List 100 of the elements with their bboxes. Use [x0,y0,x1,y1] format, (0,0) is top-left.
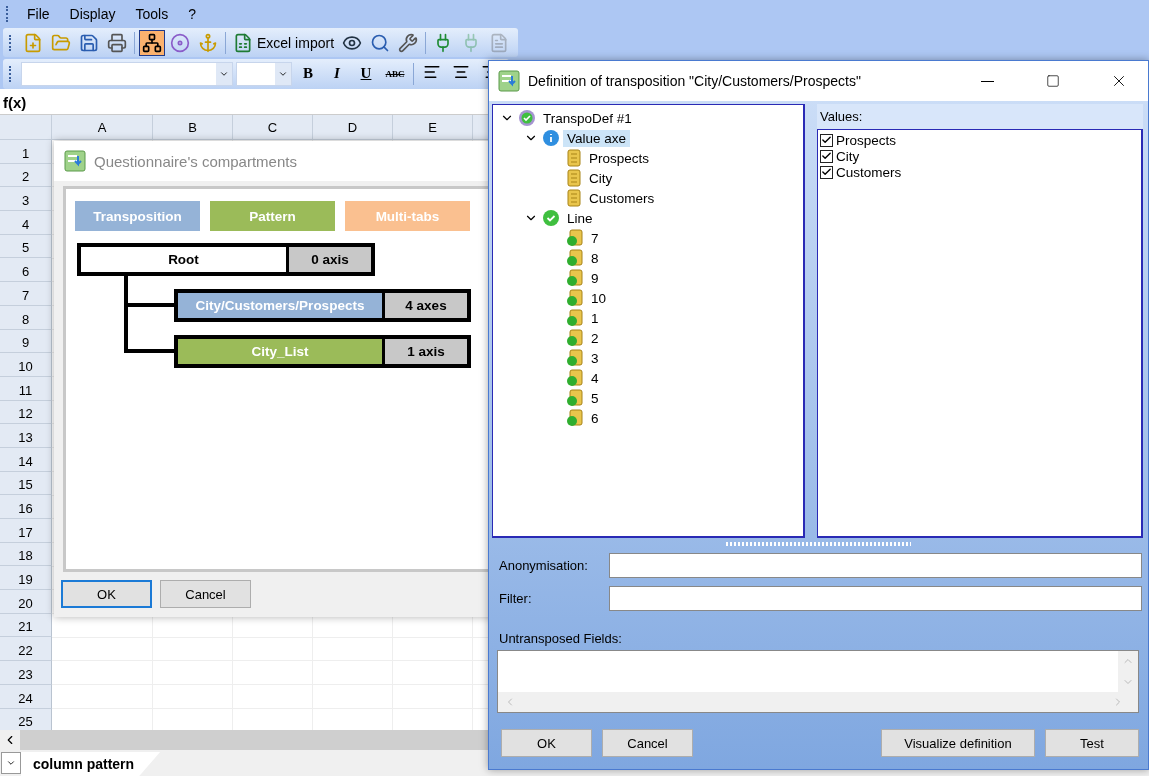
tree-item[interactable]: TranspoDef #1 [539,109,636,127]
row-header[interactable]: 19 [0,566,52,591]
scroll-icon [566,189,582,207]
untransposed-field[interactable] [497,650,1139,713]
menu-item[interactable]: Display [61,3,124,24]
row-header[interactable]: 9 [0,329,52,354]
italic-button[interactable]: I [324,61,350,86]
node-count: 0 axis [289,247,371,272]
node-count: 1 axis [385,339,467,364]
checkbox[interactable] [820,149,833,163]
tree-item[interactable]: 5 [587,389,603,407]
tree-item[interactable]: City [585,169,617,187]
row-header[interactable]: 24 [0,684,52,709]
row-header[interactable]: 11 [0,376,52,401]
info-icon [542,129,560,147]
formula-label: f(x) [2,94,28,111]
row-header[interactable]: 8 [0,305,52,330]
row-header[interactable]: 7 [0,282,52,306]
dialog-button[interactable]: OK [61,580,152,608]
row-header[interactable]: 1 [0,140,52,164]
row-header[interactable]: 3 [0,187,52,212]
tree-item[interactable]: 9 [587,269,603,287]
menu-item[interactable]: Tools [127,3,177,24]
value-label: Prospects [836,132,897,148]
column-header[interactable]: B [153,115,233,140]
column-header[interactable]: E [393,115,473,140]
tree-item[interactable]: 7 [587,229,603,247]
checkbox[interactable] [820,165,833,179]
bold-button[interactable]: B [295,61,321,86]
tree-item[interactable]: 2 [587,329,603,347]
app-icon [64,150,86,172]
row-header[interactable]: 23 [0,661,52,685]
tree-item[interactable]: Line [563,209,597,227]
legend-chip: Transposition [75,201,200,231]
text-field[interactable] [609,553,1142,578]
diagram-node[interactable]: City/Customers/Prospects 4 axes [174,289,471,322]
minimize-icon [980,80,994,82]
row-header[interactable]: 2 [0,163,52,188]
row-header[interactable]: 12 [0,400,52,425]
checkbox[interactable] [820,133,833,147]
menu-item[interactable]: ? [180,3,204,24]
dialog-title: Questionnaire's compartments [94,152,297,170]
new-document-icon [23,32,43,53]
hierarchy-icon [142,32,162,53]
row-header[interactable]: 14 [0,447,52,472]
diagram-node[interactable]: City_List 1 axis [174,335,471,368]
sheet-tab[interactable]: column pattern [21,752,161,776]
row-header[interactable]: 6 [0,258,52,283]
splitter-handle[interactable] [726,541,911,546]
row-header[interactable]: 22 [0,637,52,662]
tree-item[interactable]: 8 [587,249,603,267]
field-label: Filter: [499,591,533,606]
column-header[interactable]: C [233,115,313,140]
folder-icon [51,32,71,53]
tree-item[interactable]: 10 [587,289,611,307]
strike-button[interactable]: ABC [382,61,408,86]
maximize-icon [1046,74,1060,88]
dialog-button[interactable]: Test [1045,729,1139,757]
row-header[interactable]: 10 [0,353,52,377]
column-header[interactable]: A [52,115,153,140]
values-label: Values: [817,104,1143,129]
text-field[interactable] [609,586,1142,611]
legend-chip: Multi-tabs [345,201,470,231]
scroll-icon [566,169,582,187]
row-header[interactable]: 4 [0,211,52,235]
legend-chip: Pattern [210,201,335,231]
scroll-icon [566,149,582,167]
tree-item[interactable]: 6 [587,409,603,427]
row-header[interactable]: 25 [0,708,52,730]
excel-import-button[interactable]: Excel import [230,29,338,56]
tree-item[interactable]: 3 [587,349,603,367]
row-header[interactable]: 21 [0,613,52,638]
corner-cell [0,115,52,140]
spreadsheet-icon [233,32,253,53]
tree-item[interactable]: 1 [587,309,603,327]
dialog-button[interactable]: Cancel [160,580,251,608]
tree-item[interactable]: 4 [587,369,603,387]
menu-item[interactable]: File [19,3,58,24]
dialog-button[interactable]: Cancel [602,729,693,757]
column-header[interactable]: D [313,115,393,140]
row-header[interactable]: 20 [0,590,52,614]
tree-item[interactable]: Customers [585,189,659,207]
row-header[interactable]: 16 [0,495,52,519]
row-header[interactable]: 5 [0,234,52,259]
row-header[interactable]: 15 [0,471,52,496]
dialog-button[interactable]: Visualize definition [881,729,1035,757]
row-header[interactable]: 17 [0,519,52,543]
node-count: 4 axes [385,293,467,318]
row-header[interactable]: 13 [0,424,52,448]
caret-icon [6,758,16,768]
hierarchy-button[interactable] [139,29,165,56]
dialog-button[interactable]: OK [501,729,592,757]
scroll-left-button[interactable] [0,730,20,750]
underline-button[interactable]: U [353,61,379,86]
node-label: City_List [178,339,382,364]
tree-item[interactable]: Value axe [563,129,631,147]
row-header[interactable]: 18 [0,542,52,567]
tree-item[interactable]: Prospects [585,149,654,167]
disc-icon [170,32,190,53]
diagram-node[interactable]: Root 0 axis [77,243,375,276]
